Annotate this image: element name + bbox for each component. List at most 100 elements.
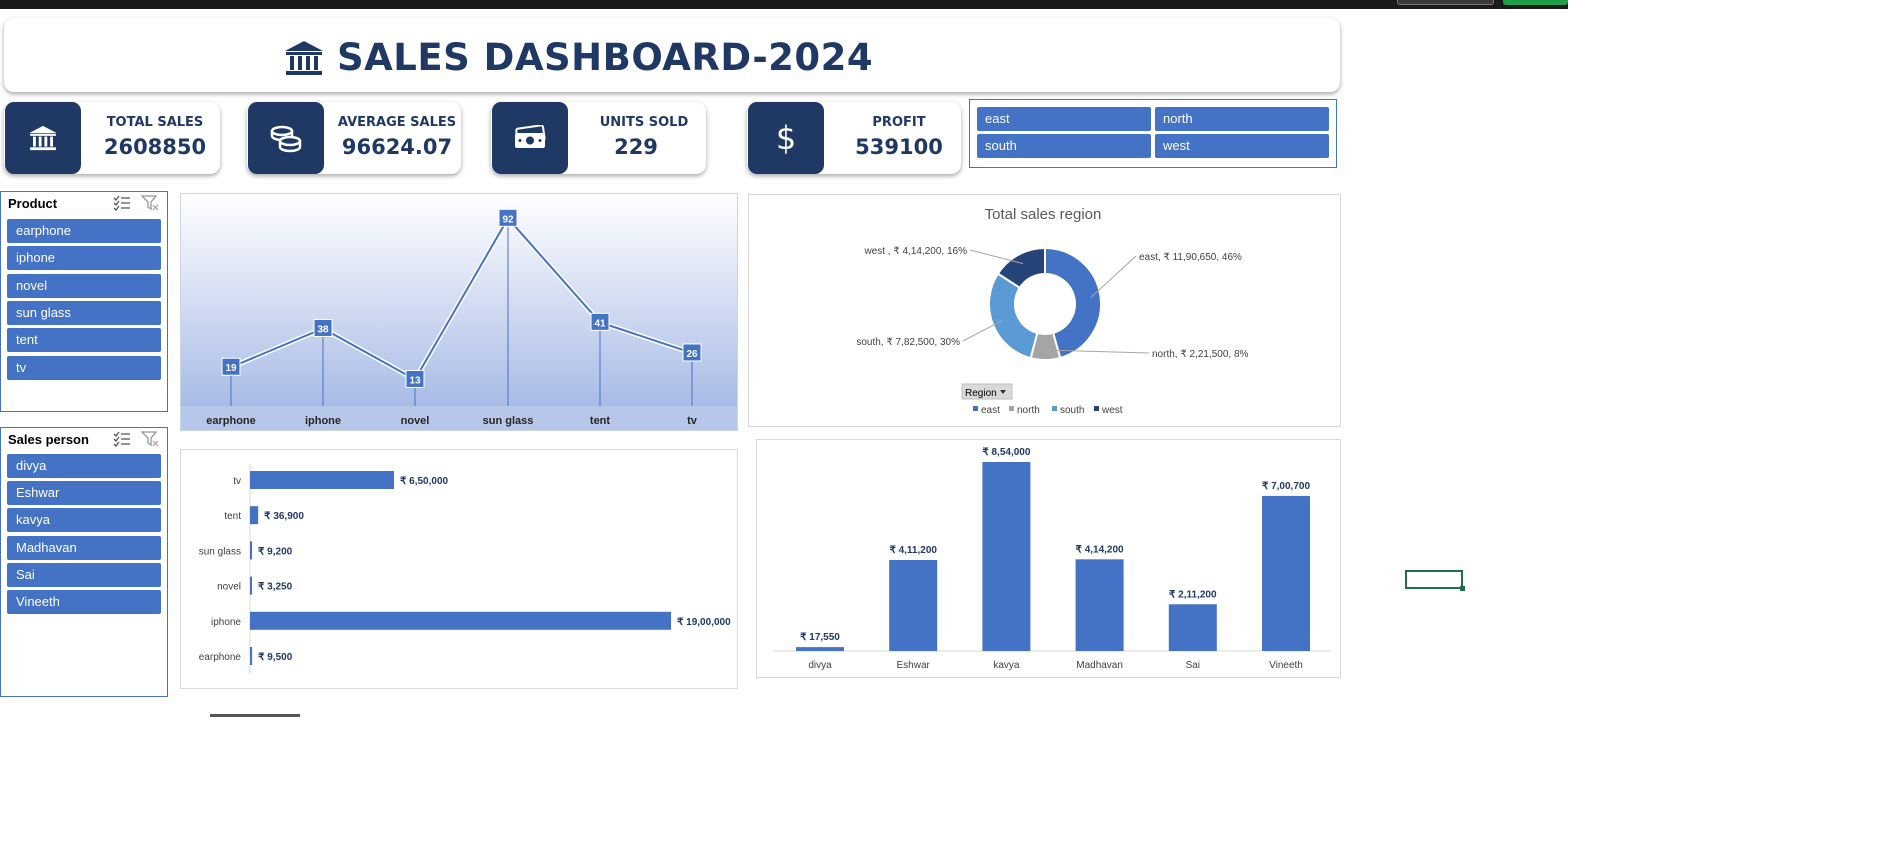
hbar-category-label: novel xyxy=(217,582,241,593)
kpi-value: 229 xyxy=(614,135,658,159)
salesperson-slicer-item[interactable]: Vineeth xyxy=(7,590,161,614)
hbar-data-label: ₹ 9,500 xyxy=(258,652,293,663)
clear-filter-icon[interactable] xyxy=(141,431,159,447)
kpi-icon-box: $ xyxy=(748,102,824,174)
column-bar xyxy=(982,462,1031,651)
column-data-label: ₹ 4,11,200 xyxy=(889,545,937,556)
kpi-icon-box xyxy=(492,102,568,174)
line-data-label: 41 xyxy=(594,318,606,329)
dashboard-title: SALES DASHBOARD-2024 xyxy=(337,36,874,79)
clear-filter-icon[interactable] xyxy=(141,195,159,211)
kpi-profit: $ PROFIT 539100 xyxy=(747,102,961,174)
region-filter-label: Region xyxy=(965,388,997,399)
product-sales-bar-chart[interactable]: tv ₹ 6,50,000 tent ₹ 36,900 sun glass ₹ 9,200… xyxy=(180,449,738,689)
hbar-data-label: ₹ 36,900 xyxy=(264,511,304,522)
kpi-average-sales: AVERAGE SALES 96624.07 xyxy=(247,102,461,174)
kpi-label: TOTAL SALES xyxy=(106,115,204,130)
selected-cell[interactable] xyxy=(1405,570,1465,591)
column-bar xyxy=(1168,604,1217,651)
hbar xyxy=(250,541,253,560)
region-filter-button[interactable]: Region xyxy=(961,383,1013,400)
legend-swatch xyxy=(1052,406,1057,411)
product-slicer-item[interactable]: tent xyxy=(7,328,161,352)
hbar-data-label: ₹ 9,200 xyxy=(258,546,293,557)
line-chart-svg: 19 38 13 92 41 26 earphone iphone novel sun glass… xyxy=(181,194,737,430)
column-category-label: Madhavan xyxy=(1076,660,1123,671)
donut-data-label: west , ₹ 4,14,200, 16% xyxy=(863,246,967,257)
toolbar-button[interactable] xyxy=(1397,0,1494,5)
line-data-label: 26 xyxy=(686,349,698,360)
kpi-label: PROFIT xyxy=(872,115,926,130)
column-category-label: kavya xyxy=(993,660,1020,671)
product-slicer-item[interactable]: earphone xyxy=(7,219,161,243)
column-bar xyxy=(889,559,938,651)
units-line-chart[interactable]: 19 38 13 92 41 26 earphone iphone novel sun glass… xyxy=(180,193,738,431)
hbar-data-label: ₹ 3,250 xyxy=(258,582,293,593)
column-data-label: ₹ 8,54,000 xyxy=(982,447,1031,458)
line-x-tick-label: tv xyxy=(687,415,698,427)
kpi-label: UNITS SOLD xyxy=(599,115,689,130)
hbar-category-label: tent xyxy=(224,511,241,522)
region-slicer: east north south west xyxy=(969,99,1337,168)
kpi-icon-box xyxy=(248,102,324,174)
multi-select-icon[interactable] xyxy=(113,431,131,447)
coins-icon xyxy=(270,125,302,153)
line-data-label: 38 xyxy=(317,324,329,335)
hbar-category-label: sun glass xyxy=(199,546,241,557)
hbar-category-label: tv xyxy=(233,476,241,487)
hbar xyxy=(250,506,259,525)
kpi-value: 2608850 xyxy=(103,135,207,159)
cash-icon xyxy=(515,125,546,148)
hbar-data-label: ₹ 6,50,000 xyxy=(400,476,449,487)
column-data-label: ₹ 4,14,200 xyxy=(1076,544,1125,555)
dashboard-sheet: SALES DASHBOARD-2024 TOTAL SALES 2608850 xyxy=(0,0,1568,717)
salesperson-slicer-item[interactable]: kavya xyxy=(7,508,161,532)
bank-icon xyxy=(285,40,323,75)
product-slicer-item[interactable]: sun glass xyxy=(7,301,161,325)
multi-select-icon[interactable] xyxy=(113,195,131,211)
salesperson-column-chart[interactable]: ₹ 17,550 divya ₹ 4,11,200 Eshwar ₹ 8,54,000 k… xyxy=(756,439,1341,678)
legend-swatch xyxy=(1094,406,1099,411)
column-data-label: ₹ 2,11,200 xyxy=(1169,589,1217,600)
bank-icon xyxy=(29,125,57,151)
region-slicer-item-north[interactable]: north xyxy=(1155,107,1329,131)
region-slicer-item-south[interactable]: south xyxy=(977,134,1151,158)
legend-label: east xyxy=(981,405,1000,416)
sheet-scroll-indicator xyxy=(210,714,300,717)
hbar xyxy=(250,471,395,489)
product-slicer-header: Product xyxy=(8,196,58,211)
dollar-icon: $ xyxy=(776,121,796,155)
line-data-label: 92 xyxy=(502,214,514,225)
hbar-category-label: iphone xyxy=(211,617,241,628)
salesperson-slicer-header: Sales person xyxy=(8,432,89,447)
salesperson-slicer-item[interactable]: Madhavan xyxy=(7,536,161,560)
region-donut-chart[interactable]: Total sales region Region east, ₹ 11,90,… xyxy=(748,194,1341,427)
line-x-tick-label: iphone xyxy=(305,415,341,427)
column-data-label: ₹ 7,00,700 xyxy=(1262,481,1311,492)
region-slicer-item-east[interactable]: east xyxy=(977,107,1151,131)
donut-data-label: south, ₹ 7,82,500, 30% xyxy=(856,337,960,348)
legend-label: south xyxy=(1060,405,1084,416)
product-slicer-item[interactable]: novel xyxy=(7,274,161,298)
column-bar xyxy=(796,647,844,651)
hbar-category-label: earphone xyxy=(199,652,242,663)
donut-chart-title: Total sales region xyxy=(985,206,1102,223)
line-x-tick-label: earphone xyxy=(206,415,256,427)
legend-label: west xyxy=(1101,405,1123,416)
donut-slice xyxy=(988,272,1039,360)
line-data-label: 19 xyxy=(225,363,237,374)
share-button[interactable] xyxy=(1503,0,1568,5)
donut-data-label: east, ₹ 11,90,650, 46% xyxy=(1139,252,1242,263)
salesperson-slicer-item[interactable]: divya xyxy=(7,454,161,478)
product-slicer-item[interactable]: iphone xyxy=(7,246,161,270)
legend-swatch xyxy=(973,406,978,411)
column-category-label: Sai xyxy=(1186,660,1200,671)
line-data-label: 13 xyxy=(409,375,421,386)
product-slicer-item[interactable]: tv xyxy=(7,356,161,380)
region-slicer-item-west[interactable]: west xyxy=(1155,134,1329,158)
column-data-label: ₹ 17,550 xyxy=(800,632,840,643)
salesperson-slicer-item[interactable]: Sai xyxy=(7,563,161,587)
legend-label: north xyxy=(1017,405,1040,416)
column-chart-svg: ₹ 17,550 divya ₹ 4,11,200 Eshwar ₹ 8,54,000 k… xyxy=(773,447,1331,671)
salesperson-slicer-item[interactable]: Eshwar xyxy=(7,481,161,505)
